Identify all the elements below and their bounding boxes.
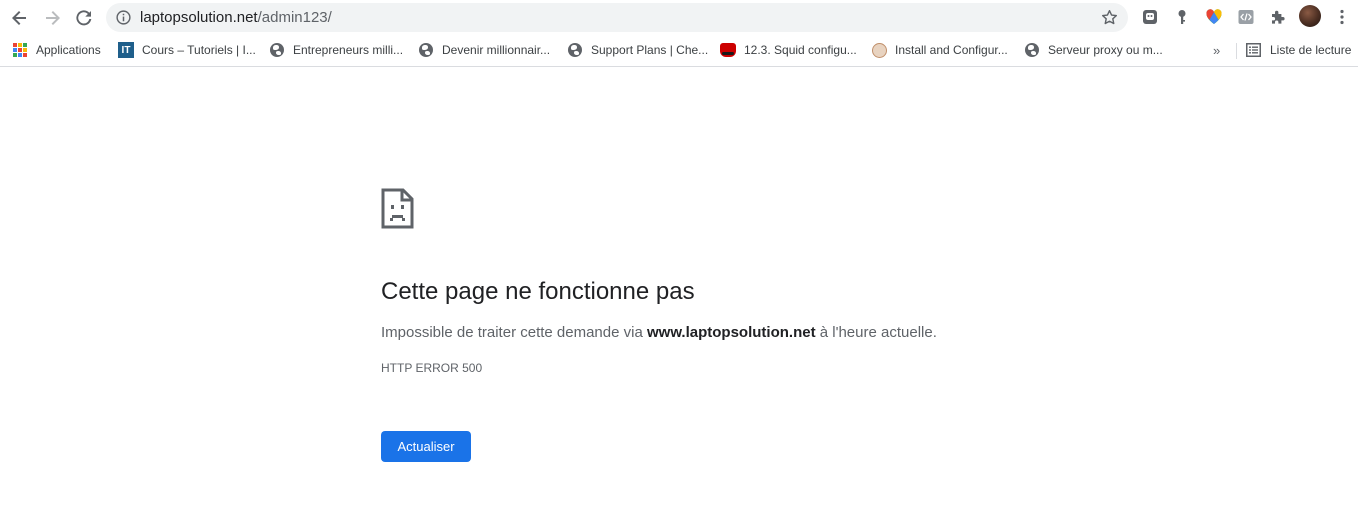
browser-toolbar: laptopsolution.net/admin123/ [0,0,1358,35]
globe-icon [418,42,434,58]
bookmark-label: Support Plans | Che... [591,43,709,57]
url-path: /admin123/ [257,9,332,26]
menu-kebab-icon[interactable] [1332,7,1352,27]
back-button[interactable] [8,6,32,30]
bookmark-entrepreneurs[interactable]: Entrepreneurs milli... [269,41,403,59]
reading-list-button[interactable]: Liste de lecture [1246,41,1351,59]
reading-list-icon [1246,43,1261,57]
bookmark-label: Cours – Tutoriels | I... [142,43,256,57]
back-arrow-icon [12,11,26,25]
forward-button[interactable] [40,6,64,30]
bookmark-label: Install and Configur... [895,43,1008,57]
reload-icon [76,10,92,26]
bookmark-label: 12.3. Squid configu... [744,43,857,57]
reload-browser-button[interactable] [72,6,96,30]
apps-grid-icon [12,42,28,58]
error-code: HTTP ERROR 500 [381,361,483,375]
globe-icon [1024,42,1040,58]
forward-arrow-icon [46,11,60,25]
redhat-logo-icon [720,42,736,58]
extension-heart-icon[interactable] [1204,7,1224,27]
bookmark-label: Entrepreneurs milli... [293,43,404,57]
error-title: Cette page ne fonctionne pas [381,278,695,305]
profile-avatar[interactable] [1299,5,1321,27]
bookmarks-bar: Applications IT Cours – Tutoriels | I...… [0,35,1358,67]
bookmark-support-plans[interactable]: Support Plans | Che... [567,41,708,59]
error-message-host: www.laptopsolution.net [646,324,816,341]
bookmark-squid-config[interactable]: 12.3. Squid configu... [720,41,857,59]
globe-icon [567,42,583,58]
reading-list-label: Liste de lecture [1270,43,1352,57]
bookmark-serveur-proxy[interactable]: Serveur proxy ou m... [1024,41,1163,59]
url-host: laptopsolution.net [140,9,258,26]
error-message-prefix: Impossible de traiter cette demande via [381,324,647,341]
url-text[interactable]: laptopsolution.net/admin123/ [140,9,332,26]
sad-page-icon [381,188,414,229]
bookmark-devenir-millionnaire[interactable]: Devenir millionnair... [418,41,550,59]
bookmark-star-icon[interactable] [1101,9,1118,26]
info-icon[interactable] [116,10,131,25]
bookmark-label: Serveur proxy ou m... [1048,43,1163,57]
extension-key-icon[interactable] [1172,7,1192,27]
bookmark-install-configure[interactable]: Install and Configur... [871,41,1008,59]
site-logo-icon [871,42,887,58]
reload-page-button[interactable]: Actualiser [381,431,471,462]
globe-icon [269,42,285,58]
bookmark-cours-tutoriels[interactable]: IT Cours – Tutoriels | I... [118,41,256,59]
bookmark-applications[interactable]: Applications [12,41,101,59]
extension-code-icon[interactable] [1236,7,1256,27]
bookmarks-divider [1236,43,1237,59]
bookmark-label: Devenir millionnair... [442,43,551,57]
extension-ghostery-icon[interactable] [1140,7,1160,27]
error-message-suffix: à l'heure actuelle. [815,324,937,341]
it-connect-logo-icon: IT [118,42,134,58]
extensions-puzzle-icon[interactable] [1268,7,1288,27]
error-message: Impossible de traiter cette demande via … [381,323,937,343]
bookmark-label: Applications [36,43,101,57]
bookmarks-overflow-button[interactable]: » [1213,43,1220,58]
address-bar[interactable]: laptopsolution.net/admin123/ [106,3,1128,32]
